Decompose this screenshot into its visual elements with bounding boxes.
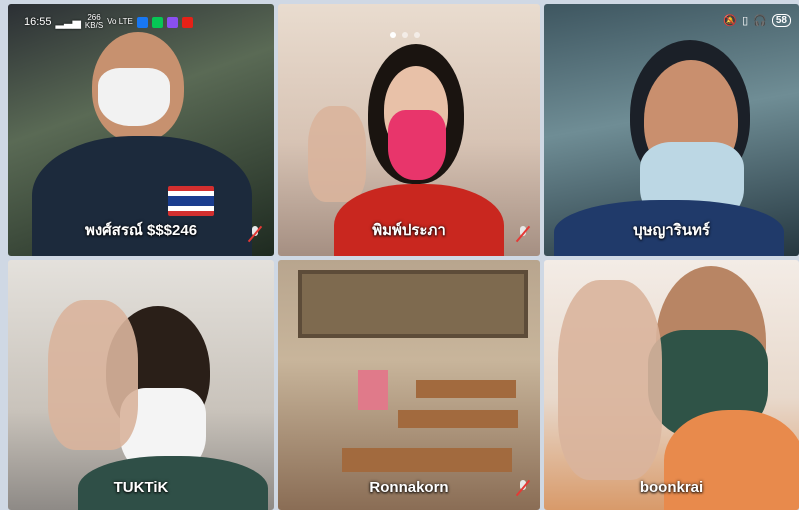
page-dot [402, 32, 408, 38]
ok-hand-gesture [48, 300, 138, 450]
mute-notifications-icon: 🔕 [723, 15, 738, 27]
ok-hand-gesture [308, 106, 366, 202]
face-mask [388, 110, 446, 180]
video-grid: 16:55 ▂▃▅ 266 KB/S Vo LTE พงศ์สรณ์ $$$24… [8, 4, 799, 510]
face-mask [98, 68, 170, 126]
thai-flag-patch [168, 186, 214, 216]
classroom-board [298, 270, 528, 338]
signal-icon: ▂▃▅ [55, 16, 81, 29]
headphones-icon: 🎧 [753, 15, 767, 27]
status-bar-left: 16:55 ▂▃▅ 266 KB/S Vo LTE [24, 14, 193, 30]
classroom-chair [358, 370, 388, 410]
participant-name: Ronnakorn [369, 479, 449, 496]
ok-hand-gesture [558, 280, 662, 480]
page-dot [414, 32, 420, 38]
messenger-icon [166, 16, 178, 28]
status-bar-right: 🔕 ▯ 🎧 58 [723, 14, 791, 27]
page-indicator [390, 32, 420, 38]
participant-tile[interactable]: 16:55 ▂▃▅ 266 KB/S Vo LTE พงศ์สรณ์ $$$24… [8, 4, 274, 256]
mic-muted-icon [515, 225, 531, 243]
mic-muted-icon [247, 225, 263, 243]
page-dot [390, 32, 396, 38]
network-speed: 266 KB/S [85, 14, 103, 30]
status-time: 16:55 [24, 16, 52, 28]
classroom-desk [398, 410, 518, 428]
classroom-desk [342, 448, 512, 472]
participant-name: พิมพ์ประภา [372, 222, 446, 239]
participant-name: boonkrai [639, 479, 704, 496]
facebook-icon [136, 16, 148, 28]
network-speed-unit: KB/S [84, 21, 104, 30]
participant-tile[interactable]: boonkrai [544, 260, 799, 510]
participant-name: พงศ์สรณ์ $$$246 [84, 222, 198, 239]
line-icon [151, 16, 163, 28]
participant-name: บุษญารินทร์ [633, 222, 710, 239]
participant-tile[interactable]: TUKTiK [8, 260, 274, 510]
participant-tile[interactable]: พิมพ์ประภา [278, 4, 540, 256]
youtube-icon [181, 16, 193, 28]
participant-tile[interactable]: Ronnakorn [278, 260, 540, 510]
mic-muted-icon [515, 479, 531, 497]
vibrate-icon: ▯ [742, 15, 749, 27]
participant-tile[interactable]: 🔕 ▯ 🎧 58 บุษญารินทร์ [544, 4, 799, 256]
participant-name: TUKTiK [113, 479, 169, 496]
classroom-desk [416, 380, 516, 398]
network-type: Vo LTE [107, 17, 133, 26]
battery-icon: 58 [771, 14, 791, 27]
